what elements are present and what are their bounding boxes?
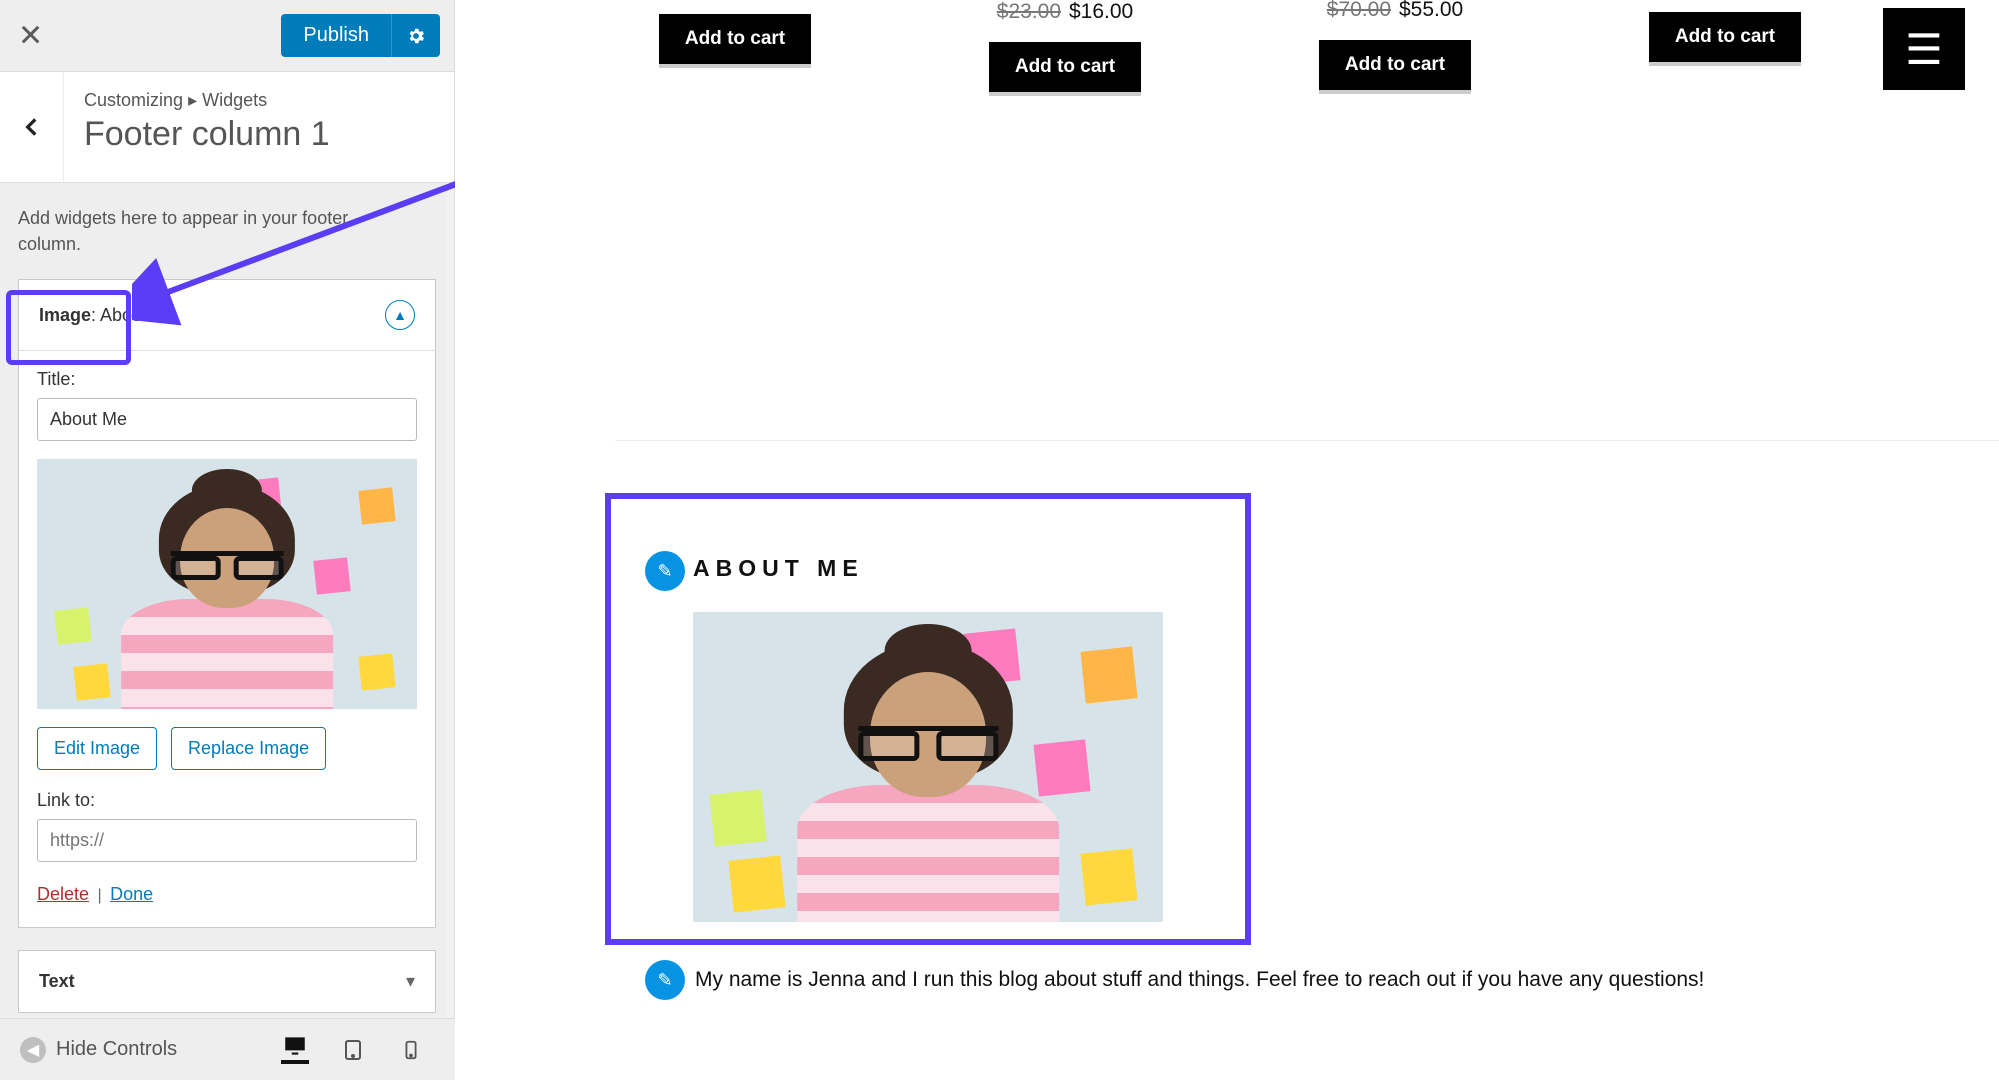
actions-sep: | bbox=[93, 887, 105, 904]
customizer-sidebar: ✕ Publish Customizing ▸ Widgets Footer c… bbox=[0, 0, 455, 1080]
back-button[interactable] bbox=[0, 72, 64, 182]
about-image bbox=[693, 612, 1163, 922]
image-widget-title-bold: Image bbox=[39, 305, 91, 325]
add-to-cart-button[interactable]: Add to cart bbox=[1319, 40, 1471, 90]
product-price: $23.00 $16.00 bbox=[997, 0, 1133, 24]
image-widget-card: Image: About Me ▲ Title: bbox=[18, 279, 436, 928]
product-card: Add to cart bbox=[615, 0, 855, 64]
page-title: Footer column 1 bbox=[84, 115, 432, 154]
widget-image-preview[interactable] bbox=[37, 459, 417, 709]
about-me-widget: ✎ ABOUT ME bbox=[615, 501, 1245, 922]
footer-preview-area: ✎ ABOUT ME bbox=[615, 440, 1999, 922]
delete-link[interactable]: Delete bbox=[37, 884, 89, 904]
pencil-icon: ✎ bbox=[657, 970, 672, 991]
edit-widget-button[interactable]: ✎ bbox=[645, 960, 685, 1000]
product-card: $5.00 Add to cart bbox=[1605, 0, 1845, 62]
add-to-cart-button[interactable]: Add to cart bbox=[659, 14, 811, 64]
linkto-input[interactable] bbox=[37, 819, 417, 862]
title-field-label: Title: bbox=[37, 369, 417, 390]
text-widget-title: Text bbox=[39, 971, 75, 992]
product-price: $70.00 $55.00 bbox=[1327, 0, 1463, 22]
product-card: SALE $70.00 $55.00 Add to cart bbox=[1275, 0, 1515, 90]
publish-settings-button[interactable] bbox=[391, 14, 440, 57]
price-old: $70.00 bbox=[1327, 0, 1391, 22]
hide-controls-label: Hide Controls bbox=[56, 1038, 177, 1061]
image-widget-title: Image: About Me bbox=[39, 305, 177, 326]
chevron-down-icon: ▾ bbox=[406, 971, 415, 992]
product-card: $23.00 $16.00 Add to cart bbox=[945, 0, 1185, 92]
hide-controls-button[interactable]: ◀ Hide Controls bbox=[20, 1037, 177, 1063]
device-tablet-button[interactable] bbox=[339, 1036, 367, 1064]
price-new: $16.00 bbox=[1069, 0, 1133, 24]
sidebar-hint: Add widgets here to appear in your foote… bbox=[18, 205, 398, 257]
pencil-icon: ✎ bbox=[657, 561, 672, 582]
hamburger-menu-button[interactable]: ☰ bbox=[1883, 8, 1965, 90]
add-to-cart-button[interactable]: Add to cart bbox=[989, 42, 1141, 92]
done-link[interactable]: Done bbox=[110, 884, 153, 904]
sidebar-topbar: ✕ Publish bbox=[0, 0, 454, 72]
device-mobile-button[interactable] bbox=[397, 1036, 425, 1064]
collapse-toggle[interactable]: ▲ bbox=[385, 300, 415, 330]
price-new: $55.00 bbox=[1399, 0, 1463, 22]
about-title: ABOUT ME bbox=[615, 501, 1245, 582]
chevron-up-icon: ▲ bbox=[393, 307, 407, 323]
title-input[interactable] bbox=[37, 398, 417, 441]
preview-pane: ☰ Add to cart $23.00 $16.00 Add to cart … bbox=[455, 0, 1999, 1080]
replace-image-button[interactable]: Replace Image bbox=[171, 727, 326, 770]
linkto-label: Link to: bbox=[37, 790, 417, 811]
image-widget-title-rest: : About Me bbox=[91, 305, 177, 325]
text-widget-header[interactable]: Text ▾ bbox=[18, 950, 436, 1013]
widget-actions: Delete | Done bbox=[37, 884, 417, 905]
image-widget-header[interactable]: Image: About Me ▲ bbox=[19, 280, 435, 351]
hamburger-icon: ☰ bbox=[1905, 25, 1943, 74]
device-icons bbox=[281, 1036, 435, 1064]
close-customizer-button[interactable]: ✕ bbox=[18, 18, 43, 53]
products-row: Add to cart $23.00 $16.00 Add to cart SA… bbox=[455, 0, 1999, 92]
sidebar-body: Add widgets here to appear in your foote… bbox=[0, 183, 454, 1013]
publish-button[interactable]: Publish bbox=[281, 14, 391, 57]
device-desktop-button[interactable] bbox=[281, 1036, 309, 1064]
image-widget-body: Title: bbox=[19, 351, 435, 927]
about-text-row: ✎ My name is Jenna and I run this blog a… bbox=[645, 960, 1845, 1000]
breadcrumb-sep: ▸ bbox=[188, 90, 202, 110]
breadcrumb-item: Widgets bbox=[202, 90, 267, 110]
edit-image-button[interactable]: Edit Image bbox=[37, 727, 157, 770]
chevron-left-circle-icon: ◀ bbox=[20, 1037, 46, 1063]
person-illustration bbox=[782, 624, 1073, 922]
publish-button-group: Publish bbox=[281, 14, 440, 57]
person-illustration bbox=[109, 469, 345, 709]
device-bar: ◀ Hide Controls bbox=[0, 1018, 455, 1080]
price-old: $23.00 bbox=[997, 0, 1061, 24]
edit-widget-button[interactable]: ✎ bbox=[645, 551, 685, 591]
about-text: My name is Jenna and I run this blog abo… bbox=[695, 968, 1704, 992]
image-buttons-row: Edit Image Replace Image bbox=[37, 727, 417, 770]
breadcrumb: Customizing ▸ Widgets bbox=[84, 90, 432, 111]
add-to-cart-button[interactable]: Add to cart bbox=[1649, 12, 1801, 62]
breadcrumb-prefix: Customizing bbox=[84, 90, 183, 110]
sidebar-header: Customizing ▸ Widgets Footer column 1 bbox=[0, 72, 454, 183]
gear-icon bbox=[406, 26, 426, 46]
